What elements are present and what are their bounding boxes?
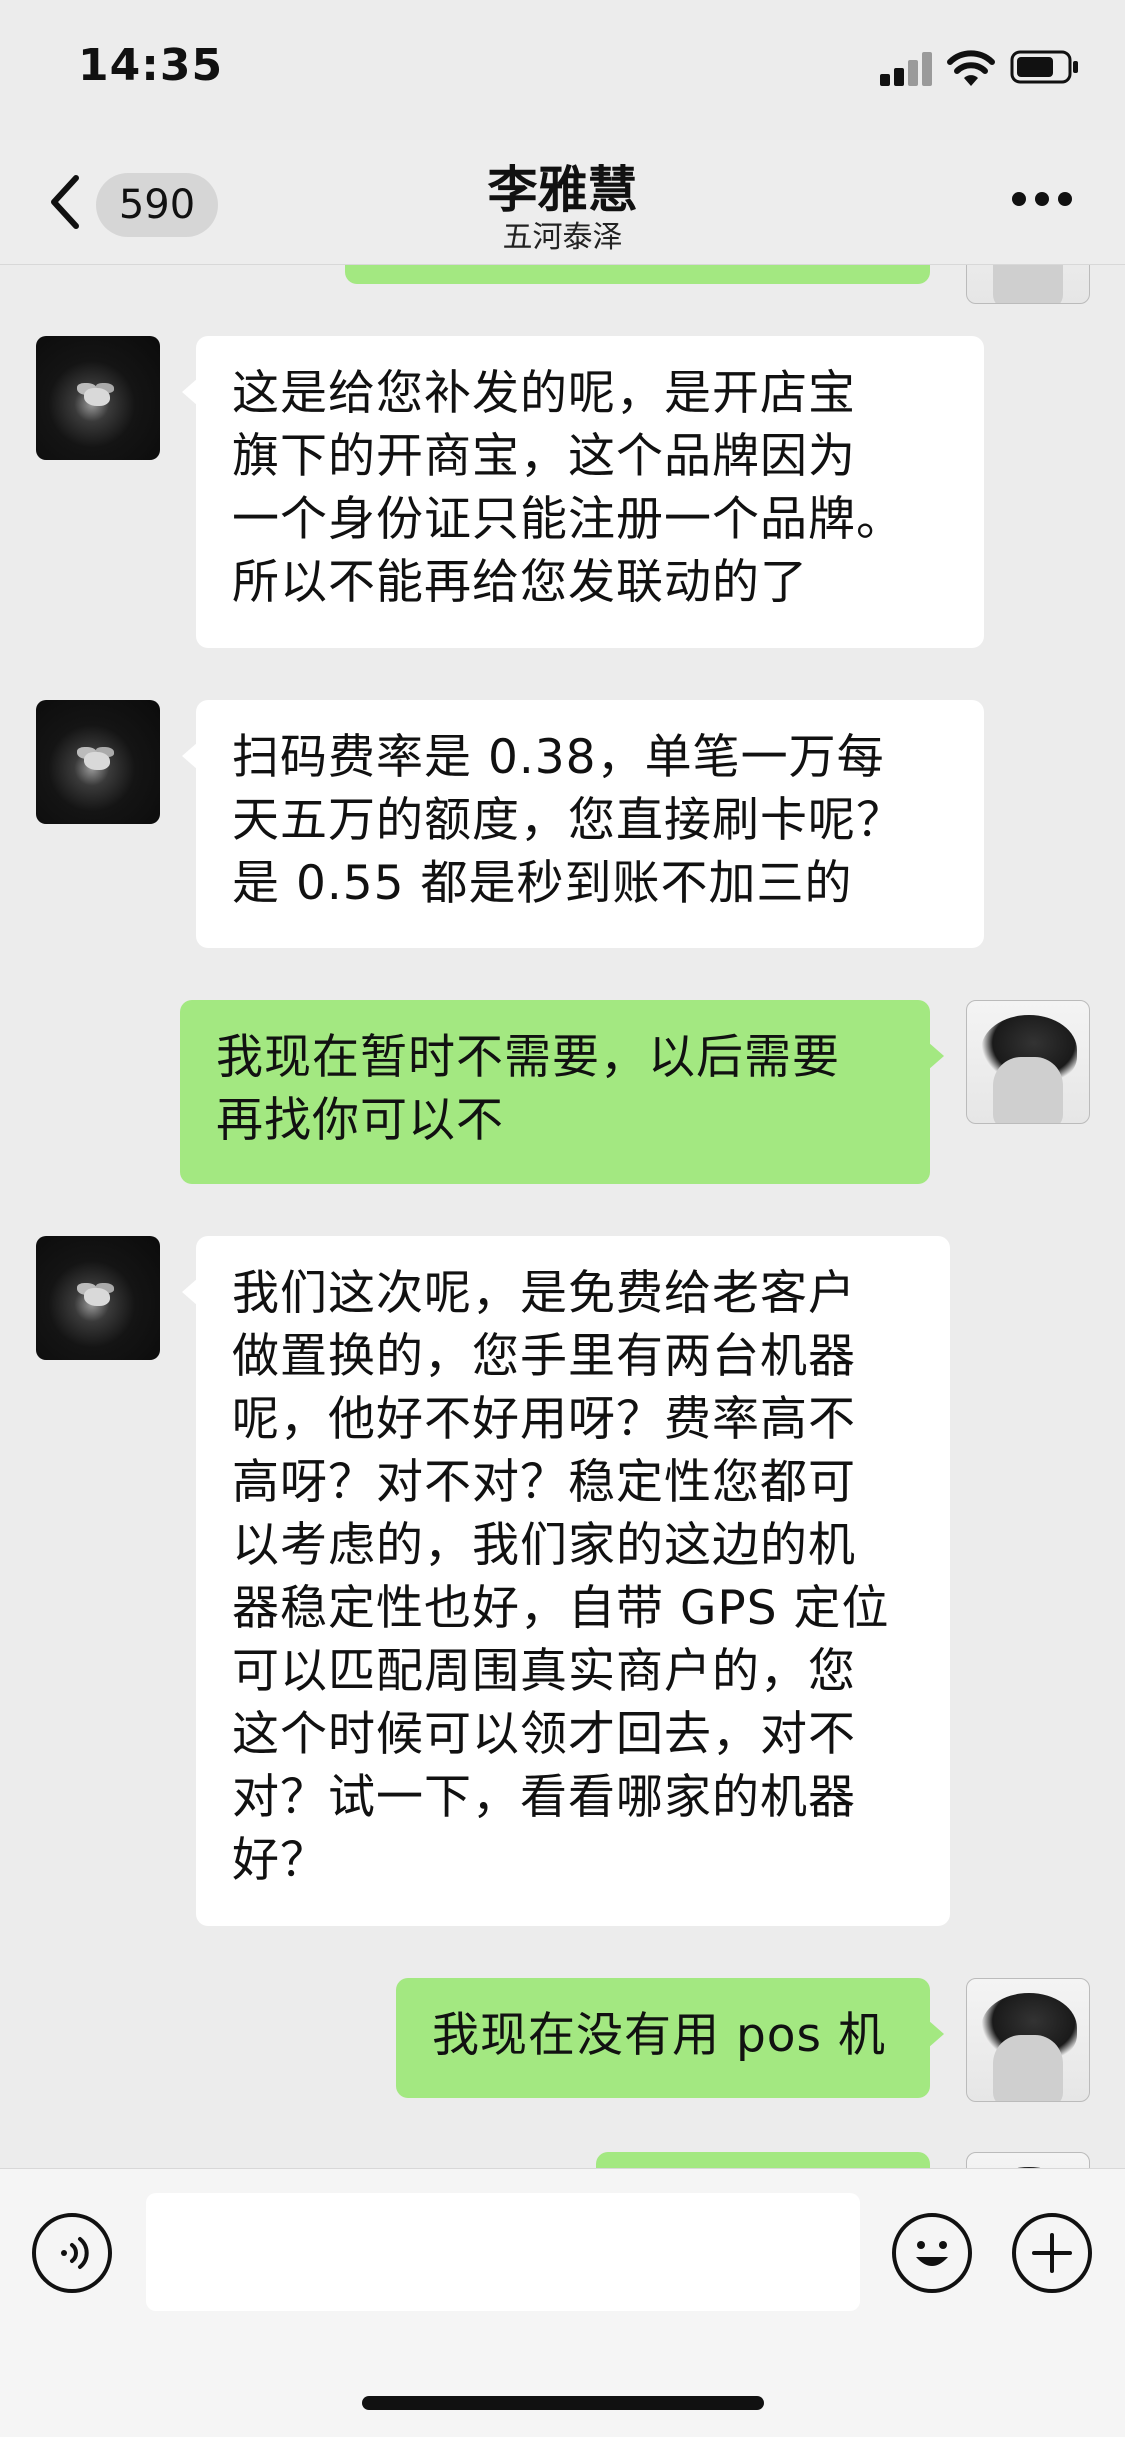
message-bubble-sent[interactable]: 我现在没有用 pos 机 [396,1978,944,2098]
avatar-self[interactable] [966,2152,1090,2168]
home-indicator[interactable] [362,2396,764,2410]
message-bubble-received[interactable]: 我们这次呢，是免费给老客户 做置换的，您手里有两台机器 呢，他好不好用呀？费率高… [182,1236,950,1926]
avatar-contact[interactable] [36,336,160,460]
partial-message-bubble [345,264,930,284]
avatar-self[interactable] [966,1978,1090,2102]
avatar-self[interactable] [966,264,1090,304]
battery-icon [1010,50,1078,84]
status-bar: 14:35 [0,0,1125,140]
message-bubble-received[interactable]: 扫码费率是 0.38，单笔一万每 天五万的额度，您直接刷卡呢？ 是 0.55 都… [182,700,984,948]
status-time: 14:35 [78,40,224,91]
plus-icon[interactable] [1012,2213,1092,2293]
wifi-icon [947,50,995,86]
contact-subtitle: 五河泰泽 [502,220,623,255]
avatar-contact[interactable] [36,700,160,824]
chat-header: 590 李雅慧 五河泰泽 [0,140,1125,265]
avatar-self[interactable] [966,1000,1090,1124]
message-bubble-sent[interactable]: 我现在暂时不需要，以后需要 再找你可以不 [180,1000,944,1184]
avatar-contact[interactable] [36,1236,160,1360]
emoji-icon[interactable] [892,2213,972,2293]
message-bubble-received[interactable]: 这是给您补发的呢，是开店宝 旗下的开商宝，这个品牌因为 一个身份证只能注册一个品… [182,336,984,648]
cellular-signal-icon [880,52,934,86]
partial-message-bubble [596,2152,930,2168]
message-list[interactable]: 这是给您补发的呢，是开店宝 旗下的开商宝，这个品牌因为 一个身份证只能注册一个品… [0,264,1125,2168]
message-input[interactable] [146,2193,860,2311]
more-dots-icon[interactable] [1012,192,1072,208]
voice-icon[interactable] [32,2213,112,2293]
